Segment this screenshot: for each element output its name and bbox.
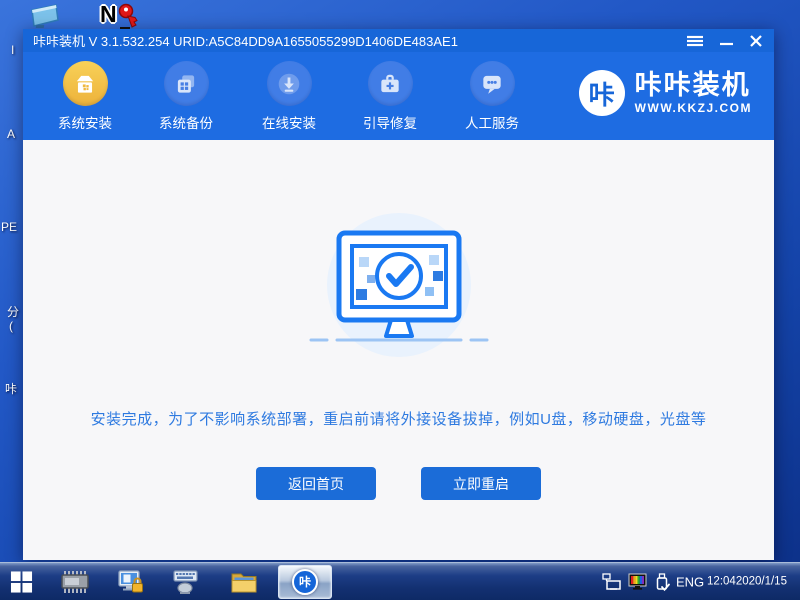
title-bar: 咔咔装机 V 3.1.532.254 URID:A5C84DD9A1655055… xyxy=(23,29,774,52)
kaka-installer-window: 咔咔装机 V 3.1.532.254 URID:A5C84DD9A1655055… xyxy=(23,29,774,560)
action-buttons: 返回首页 立即重启 xyxy=(23,467,774,500)
taskbar-app-file-explorer[interactable] xyxy=(230,569,258,595)
tilted-monitor-icon xyxy=(28,3,62,30)
nav-label: 引导修复 xyxy=(345,112,435,132)
taskbar-app-kaka-active[interactable]: 咔 xyxy=(278,565,332,599)
nav-label: 在线安装 xyxy=(244,112,334,132)
desktop-icon-label-fragment[interactable]: PE xyxy=(1,220,17,234)
monitor-check-icon xyxy=(299,207,499,367)
desktop-icon-label-fragment[interactable]: 分 xyxy=(7,303,19,320)
system-install-icon xyxy=(63,61,108,106)
desktop-icon-label-fragment[interactable]: 咔 xyxy=(5,380,17,397)
brand-mark: 咔 xyxy=(579,70,625,116)
close-icon[interactable] xyxy=(750,35,762,47)
desktop-icon-label-fragment[interactable]: I xyxy=(11,43,14,57)
system-backup-icon xyxy=(164,61,209,106)
kaka-app-icon: 咔 xyxy=(292,569,318,595)
windows-logo-icon xyxy=(10,570,33,593)
online-install-icon xyxy=(267,61,312,106)
window-title: 咔咔装机 V 3.1.532.254 URID:A5C84DD9A1655055… xyxy=(33,31,687,50)
nav-item-human-service[interactable]: 人工服务 xyxy=(447,61,537,132)
taskbar-app-chip[interactable] xyxy=(60,568,90,596)
tray-usb-icon[interactable] xyxy=(654,572,670,592)
brand-site-url: WWW.KKZJ.COM xyxy=(635,101,752,115)
human-service-icon xyxy=(470,61,515,106)
tray-display-icon[interactable] xyxy=(628,573,648,591)
folder-icon xyxy=(230,569,258,595)
nav-label: 系统备份 xyxy=(141,112,231,132)
tray-language-indicator[interactable]: ENG xyxy=(676,574,704,589)
nav-label: 人工服务 xyxy=(447,112,537,132)
brand-name: 咔咔装机 xyxy=(635,71,752,99)
brand-text: 咔咔装机 WWW.KKZJ.COM xyxy=(635,71,752,115)
tray-date: 2020/1/15 xyxy=(736,575,787,588)
nav-bar: 系统安装 系统备份 xyxy=(23,52,774,140)
start-button[interactable] xyxy=(10,570,33,593)
completion-message: 安装完成，为了不影响系统部署，重启前请将外接设备拔掉，例如U盘，移动硬盘，光盘等 xyxy=(23,408,774,429)
memory-chip-icon xyxy=(60,568,90,596)
desktop: { "window": { "title": "咔咔装机 V 3.1.532.2… xyxy=(0,0,800,600)
n-letter: N xyxy=(100,1,117,28)
nav-item-system-install[interactable]: 系统安装 xyxy=(40,61,130,132)
keyboard-monitor-icon xyxy=(172,568,200,596)
tray-time: 12:04 xyxy=(707,575,736,588)
nav-item-online-install[interactable]: 在线安装 xyxy=(244,61,334,132)
red-key-icon xyxy=(116,3,142,31)
brand-logo: 咔 咔咔装机 WWW.KKZJ.COM xyxy=(579,70,752,116)
monitor-lock-icon xyxy=(117,568,145,596)
nav-label: 系统安装 xyxy=(40,112,130,132)
main-content: 安装完成，为了不影响系统部署，重启前请将外接设备拔掉，例如U盘，移动硬盘，光盘等… xyxy=(23,140,774,560)
desktop-icon-label-fragment[interactable]: A xyxy=(7,127,15,141)
boot-repair-icon xyxy=(368,61,413,106)
nav-item-boot-repair[interactable]: 引导修复 xyxy=(345,61,435,132)
tray-network-icon[interactable] xyxy=(602,573,622,591)
tray-clock[interactable]: 12:04 2020/1/15 xyxy=(708,575,792,588)
desktop-icon-n-key-app[interactable]: N xyxy=(100,1,146,31)
restart-now-button[interactable]: 立即重启 xyxy=(421,467,541,500)
minimize-icon[interactable] xyxy=(720,35,733,47)
nav-item-system-backup[interactable]: 系统备份 xyxy=(141,61,231,132)
install-complete-illustration xyxy=(299,207,499,372)
return-home-button[interactable]: 返回首页 xyxy=(256,467,376,500)
menu-icon[interactable] xyxy=(687,35,703,47)
taskbar: 咔 ENG 12:04 2020/1/15 xyxy=(0,562,800,600)
desktop-icon-label-fragment[interactable]: ( xyxy=(9,319,13,333)
taskbar-app-display-lock[interactable] xyxy=(117,568,145,596)
window-controls xyxy=(687,35,774,47)
taskbar-app-keyboard[interactable] xyxy=(172,568,200,596)
